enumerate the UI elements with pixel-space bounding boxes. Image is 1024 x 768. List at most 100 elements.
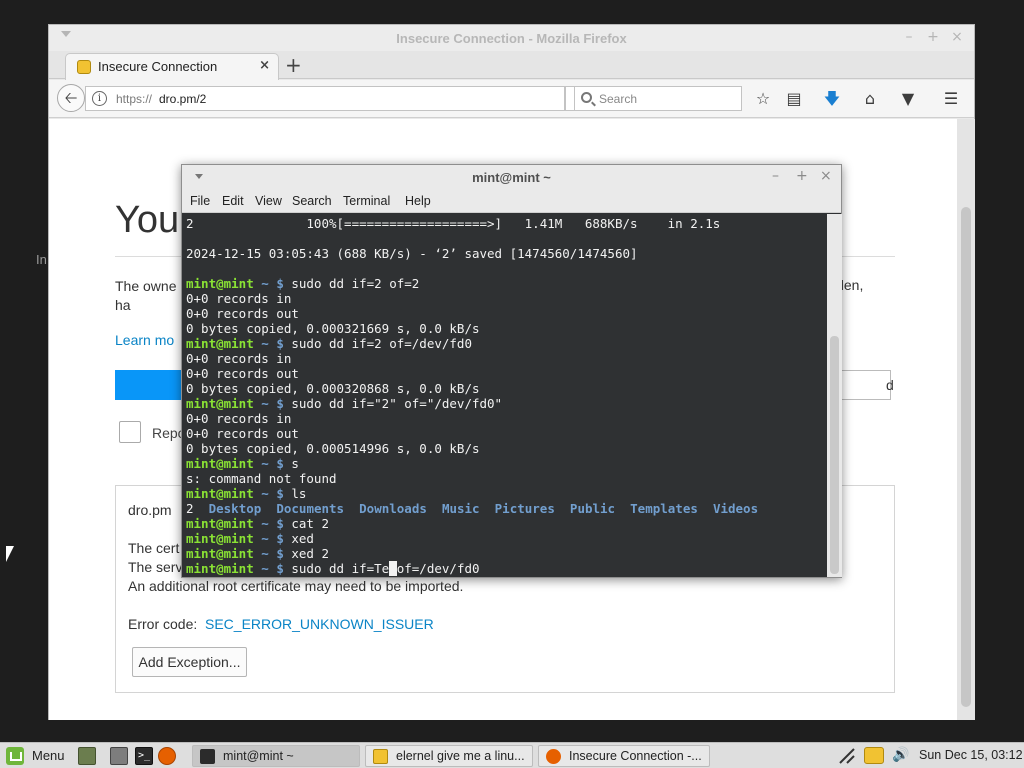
ls-gap: [480, 501, 495, 516]
firefox-titlebar[interactable]: Insecure Connection - Mozilla Firefox – …: [49, 25, 974, 51]
error-code-link[interactable]: SEC_ERROR_UNKNOWN_ISSUER: [205, 616, 434, 632]
download-icon[interactable]: 🡇: [821, 88, 843, 110]
taskbar: Menu >_ mint@mint ~ elernel give me a li…: [0, 742, 1024, 768]
terminal-output-line: 2024-12-15 03:05:43 (688 KB/s) - ‘2’ sav…: [186, 246, 638, 261]
back-arrow-icon: 🡠: [64, 88, 78, 107]
tab-insecure-connection[interactable]: Insecure Connection ×: [65, 53, 279, 80]
prompt-user: mint@mint: [186, 396, 254, 411]
text-cursor: [389, 561, 397, 576]
add-exception-button[interactable]: Add Exception...: [132, 647, 247, 677]
prompt-path: ~ $: [261, 396, 284, 411]
ls-entry: Downloads: [359, 501, 427, 516]
command-text: sudo dd if="2" of="/dev/fd0": [283, 396, 503, 411]
terminal-minimize-icon[interactable]: –: [772, 168, 779, 184]
prompt-path: ~ $: [261, 486, 284, 501]
volume-icon[interactable]: 🔊: [892, 747, 909, 763]
new-tab-button[interactable]: +: [285, 53, 302, 77]
error-title: You: [115, 199, 180, 241]
prompt-path: ~ $: [261, 276, 284, 291]
page-scrollbar[interactable]: [957, 119, 975, 720]
ls-gap: [615, 501, 630, 516]
menu-file[interactable]: File: [190, 194, 210, 208]
search-box[interactable]: Search: [574, 86, 742, 111]
terminal-scrollbar-thumb[interactable]: [830, 336, 839, 574]
clock[interactable]: Sun Dec 15, 03:12: [919, 748, 1023, 762]
text-editor-icon: [373, 749, 388, 764]
ls-entry: Desktop: [208, 501, 262, 516]
url-host: dro.pm/2: [159, 92, 207, 106]
page-scrollbar-thumb[interactable]: [961, 207, 971, 707]
prompt-user: mint@mint: [186, 456, 254, 471]
cert-line-3: An additional root certificate may need …: [128, 578, 464, 594]
ls-entry: Pictures: [494, 501, 555, 516]
ls-gap: [698, 501, 713, 516]
command-text: xed 2: [283, 546, 329, 561]
menu-view[interactable]: View: [255, 194, 282, 208]
terminal-command-line: mint@mint ~ $ sudo dd if="2" of="/dev/fd…: [186, 396, 827, 411]
report-checkbox[interactable]: [119, 421, 141, 443]
back-button[interactable]: 🡠: [57, 84, 85, 112]
mint-logo-icon[interactable]: [6, 747, 24, 765]
pocket-icon[interactable]: ▼: [897, 88, 919, 110]
info-icon[interactable]: i: [92, 91, 107, 106]
command-text-after-cursor: of=/dev/fd0: [396, 561, 480, 576]
prompt-user: mint@mint: [186, 276, 254, 291]
terminal-menubar: File Edit View Search Terminal Help: [182, 190, 841, 213]
tab-close-icon[interactable]: ×: [259, 58, 270, 73]
task-firefox[interactable]: Insecure Connection -...: [538, 745, 710, 767]
terminal-output[interactable]: 2 100%[===================>] 1.41M 688KB…: [182, 214, 827, 577]
ls-entry: Public: [569, 501, 616, 516]
ls-entry: Videos: [712, 501, 759, 516]
command-text: s: [283, 456, 299, 471]
hamburger-menu-icon[interactable]: ☰: [940, 88, 962, 110]
error-code-label: Error code:: [128, 616, 198, 632]
terminal-command-line: mint@mint ~ $ s: [186, 456, 827, 471]
prompt-path: ~ $: [261, 531, 284, 546]
terminal-output-line: 0+0 records out: [186, 366, 299, 381]
network-icon[interactable]: [838, 747, 856, 765]
terminal-command-line: mint@mint ~ $ cat 2: [186, 516, 827, 531]
task-label: mint@mint ~: [223, 749, 294, 763]
terminal-titlebar[interactable]: mint@mint ~ – + ×: [182, 165, 841, 190]
navigation-toolbar: i https:// dro.pm/2 🡠 ↻ Search ☆ ▤ 🡇 ⌂ ▼…: [49, 80, 974, 118]
terminal-scrollbar[interactable]: [827, 214, 842, 577]
terminal-output-line: 0 bytes copied, 0.000514996 s, 0.0 kB/s: [186, 441, 480, 456]
task-text-editor[interactable]: elernel give me a linu...: [365, 745, 533, 767]
menu-help[interactable]: Help: [405, 194, 431, 208]
window-title: Insecure Connection - Mozilla Firefox: [396, 31, 627, 46]
bookmark-star-icon[interactable]: ☆: [752, 88, 774, 110]
show-desktop-icon[interactable]: [78, 747, 96, 765]
terminal-maximize-icon[interactable]: +: [796, 168, 808, 184]
task-terminal[interactable]: mint@mint ~: [192, 745, 360, 767]
url-bar[interactable]: i https:// dro.pm/2: [85, 86, 565, 111]
learn-more-link[interactable]: Learn mo: [115, 332, 174, 348]
menu-search[interactable]: Search: [292, 194, 332, 208]
reading-list-icon[interactable]: ▤: [783, 88, 805, 110]
minimize-icon[interactable]: –: [901, 29, 917, 45]
terminal-output-line: 2 100%[===================>] 1.41M 688KB…: [186, 216, 721, 231]
terminal-launcher-icon[interactable]: >_: [135, 747, 153, 765]
ls-gap: [261, 501, 276, 516]
home-icon[interactable]: ⌂: [859, 88, 881, 110]
files-icon[interactable]: [110, 747, 128, 765]
ls-gap: [344, 501, 359, 516]
terminal-close-icon[interactable]: ×: [820, 168, 832, 184]
terminal-command-line: mint@mint ~ $ sudo dd if=Te of=/dev/fd0: [186, 561, 827, 576]
update-manager-icon[interactable]: [864, 747, 884, 764]
command-text: sudo dd if=2 of=/dev/fd0: [283, 336, 472, 351]
prompt-user: mint@mint: [186, 336, 254, 351]
search-placeholder: Search: [599, 92, 638, 106]
tab-label: Insecure Connection: [98, 59, 218, 74]
close-window-icon[interactable]: ×: [949, 29, 965, 45]
prompt-user: mint@mint: [186, 486, 254, 501]
prompt-path: ~ $: [261, 516, 284, 531]
menu-terminal[interactable]: Terminal: [343, 194, 390, 208]
terminal-command-line: mint@mint ~ $ ls: [186, 486, 827, 501]
menu-button[interactable]: Menu: [32, 748, 65, 763]
firefox-launcher-icon[interactable]: [158, 747, 176, 765]
menu-edit[interactable]: Edit: [222, 194, 244, 208]
maximize-icon[interactable]: +: [925, 29, 941, 45]
terminal-output-line: 0 bytes copied, 0.000321669 s, 0.0 kB/s: [186, 321, 480, 336]
ls-entry: Music: [441, 501, 480, 516]
terminal-output-line: 0+0 records out: [186, 426, 299, 441]
